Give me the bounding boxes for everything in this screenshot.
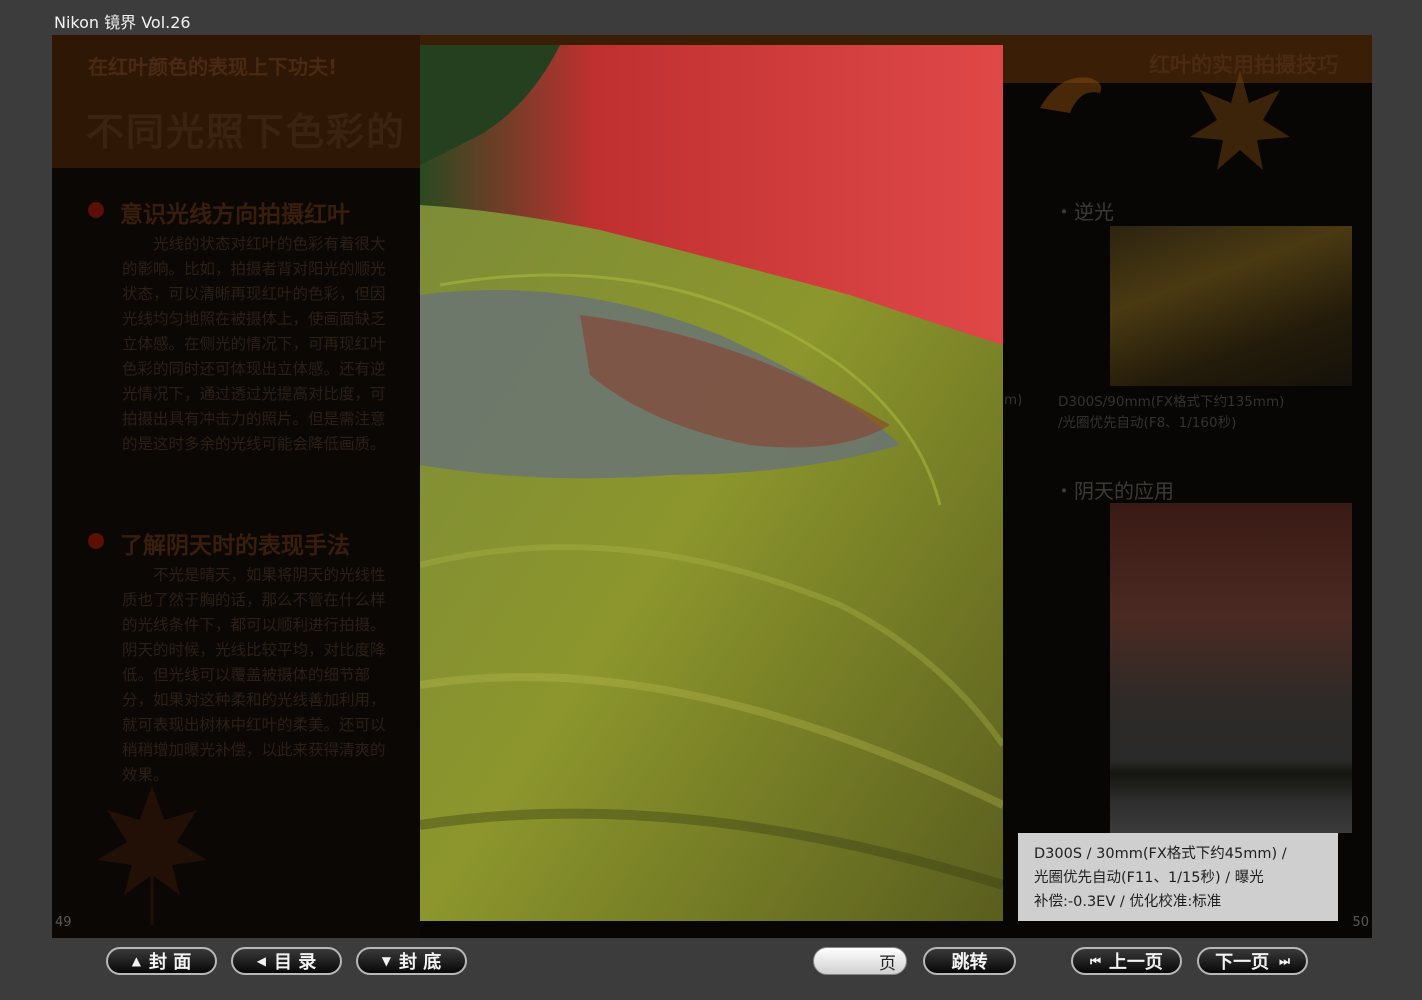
bullet-icon [88, 533, 104, 549]
cut-off-text: m) [1004, 392, 1023, 408]
photo-caption: D300S / 30mm(FX格式下约45mm) / 光圈优先自动(F11、1/… [1018, 833, 1338, 921]
next-page-label: 下一页 [1215, 952, 1270, 973]
prev-page-button[interactable]: ⏮ 上一页 [1071, 947, 1182, 975]
caption-line: 光圈优先自动(F11、1/15秒) / 曝光 [1034, 870, 1264, 886]
maple-leaf-icon [1190, 70, 1290, 170]
caption-line: /光圈优先自动(F8、1/160秒) [1058, 415, 1237, 431]
page-suffix: 页 [879, 953, 896, 974]
section-body: 光线的状态对红叶的色彩有着很大的影响。比如，拍摄者背对阳光的顺光状态，可以清晰再… [122, 235, 386, 453]
page-number-input[interactable]: 页 [813, 947, 907, 975]
backlight-thumbnail [1110, 226, 1352, 386]
autumn-lake-photo [420, 45, 1003, 921]
cloudy-thumbnail [1110, 503, 1352, 833]
backlight-label: ・逆光 [1054, 200, 1114, 224]
page-number-left: 49 [55, 915, 72, 930]
cloudy-label: ・阴天的应用 [1054, 479, 1174, 503]
section-title: 了解阴天时的表现手法 [120, 533, 350, 559]
caption-line: 补偿:-0.3EV / 优化校准:标准 [1034, 894, 1222, 910]
left-page-header: 在红叶颜色的表现上下功夫! [88, 55, 338, 79]
back-cover-button[interactable]: ▼ 封 底 [356, 947, 467, 975]
triangle-up-icon: ▲ [131, 954, 141, 968]
jump-button[interactable]: 跳转 [923, 947, 1016, 975]
cover-button[interactable]: ▲ 封 面 [106, 947, 217, 975]
next-page-button[interactable]: 下一页 ⏭ [1197, 947, 1308, 975]
contents-button[interactable]: ◀ 目 录 [231, 947, 342, 975]
left-page: 在红叶颜色的表现上下功夫! 不同光照下色彩的 意识光线方向拍摄红叶 光线的状态对… [52, 35, 420, 938]
app-title: Nikon 镜界 Vol.26 [54, 13, 191, 32]
contents-button-label: 目 录 [273, 952, 317, 973]
triangle-left-icon: ◀ [256, 954, 266, 968]
triangle-down-icon: ▼ [381, 954, 391, 968]
backlight-caption: D300S/90mm(FX格式下约135mm) /光圈优先自动(F8、1/160… [1058, 392, 1284, 434]
section-body: 不光是晴天，如果将阴天的光线性质也了然于胸的话，那么不管在什么样的光线条件下，都… [122, 566, 386, 784]
jump-button-label: 跳转 [951, 952, 988, 973]
maple-leaf-icon [97, 785, 207, 925]
page-number-right: 50 [1352, 915, 1369, 930]
left-page-headline: 不同光照下色彩的 [86, 110, 407, 154]
skip-forward-icon: ⏭ [1279, 953, 1290, 968]
caption-line: D300S/90mm(FX格式下约135mm) [1058, 394, 1285, 410]
section-title: 意识光线方向拍摄红叶 [120, 202, 350, 228]
prev-page-label: 上一页 [1108, 952, 1163, 973]
maple-leaf-icon [1040, 77, 1102, 113]
skip-back-icon: ⏮ [1090, 953, 1101, 968]
cover-button-label: 封 面 [148, 952, 192, 973]
bullet-icon [88, 202, 104, 218]
enlarged-photo[interactable] [420, 45, 1003, 921]
caption-line: D300S / 30mm(FX格式下约45mm) / [1034, 846, 1287, 862]
back-cover-button-label: 封 底 [398, 952, 442, 973]
